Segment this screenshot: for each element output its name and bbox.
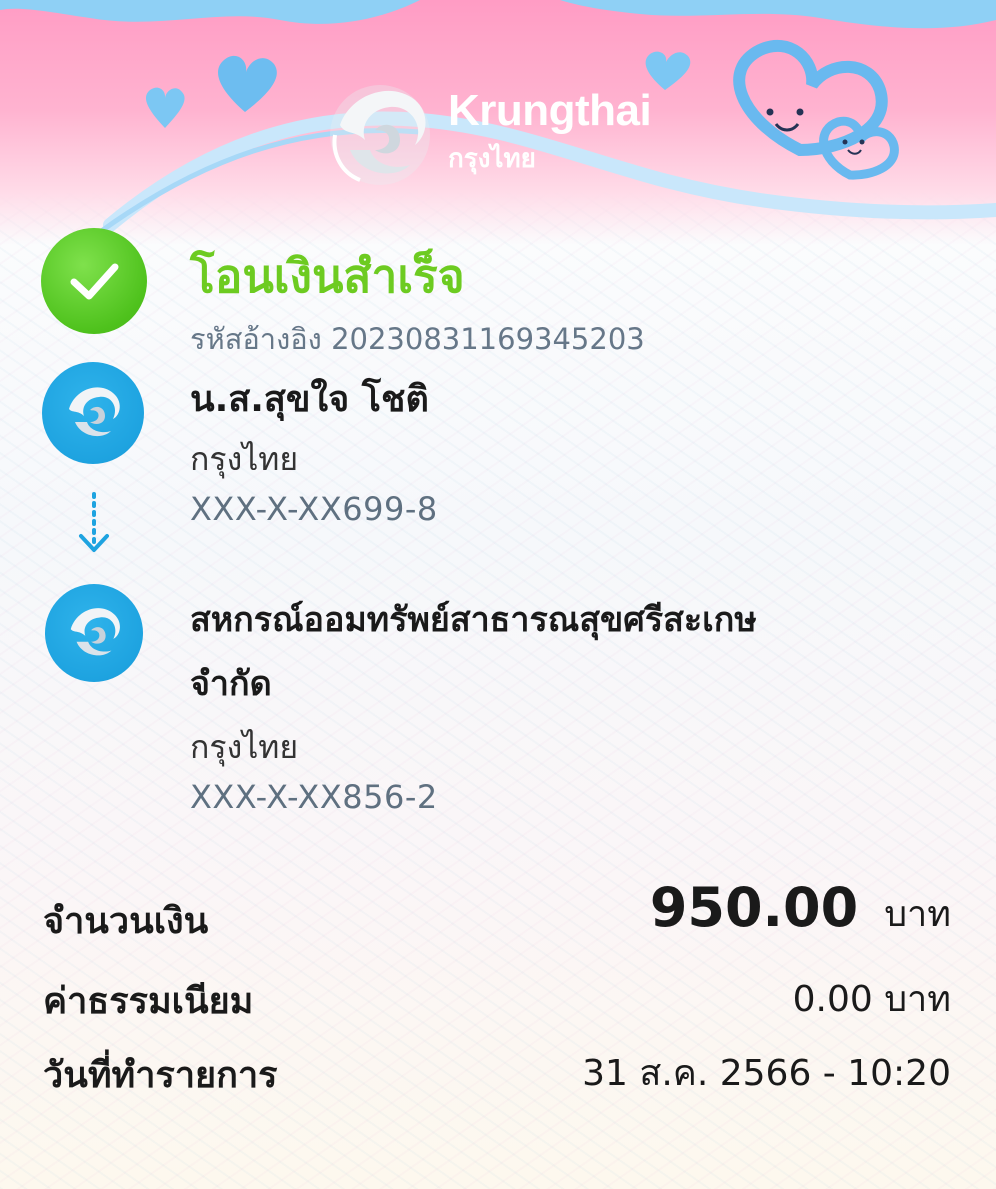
arrow-down-icon [79,492,109,552]
brand-name-th: กรุงไทย [448,144,536,174]
sender-bank-logo-icon [42,362,144,464]
krungthai-logo-icon [330,85,430,185]
amount-label: จำนวนเงิน [43,901,209,942]
sender-account: XXX-X-XX699-8 [190,490,438,528]
date-label: วันที่ทำรายการ [43,1055,278,1096]
receiver-account: XXX-X-XX856-2 [190,778,438,816]
reference-value: 20230831169345203 [331,322,645,356]
amount-value: 950.00 บาท [650,876,951,942]
sender-name: น.ส.สุขใจ โชติ [190,379,429,420]
amount-number: 950.00 [649,876,859,939]
fee-label: ค่าธรรมเนียม [43,981,254,1022]
reference-label: รหัสอ้างอิง [190,322,322,356]
receiver-name-line1: สหกรณ์ออมทรัพย์สาธารณสุขศรีสะเกษ [190,600,757,640]
header-banner: Krungthai กรุงไทย [0,0,996,245]
success-check-icon [41,228,147,334]
transaction-date: 31 ส.ค. 2566 - 10:20 [582,1053,951,1094]
amount-unit: บาท [884,894,951,935]
fee-value: 0.00 บาท [792,979,951,1020]
sender-bank: กรุงไทย [190,440,299,478]
brand-name-en: Krungthai [448,86,652,135]
receiver-bank-logo-icon [45,584,143,682]
receiver-name-line2: จำกัด [190,664,272,704]
reference-number: รหัสอ้างอิง 20230831169345203 [190,316,645,362]
receiver-bank: กรุงไทย [190,728,299,766]
transfer-success-title: โอนเงินสำเร็จ [190,249,465,303]
